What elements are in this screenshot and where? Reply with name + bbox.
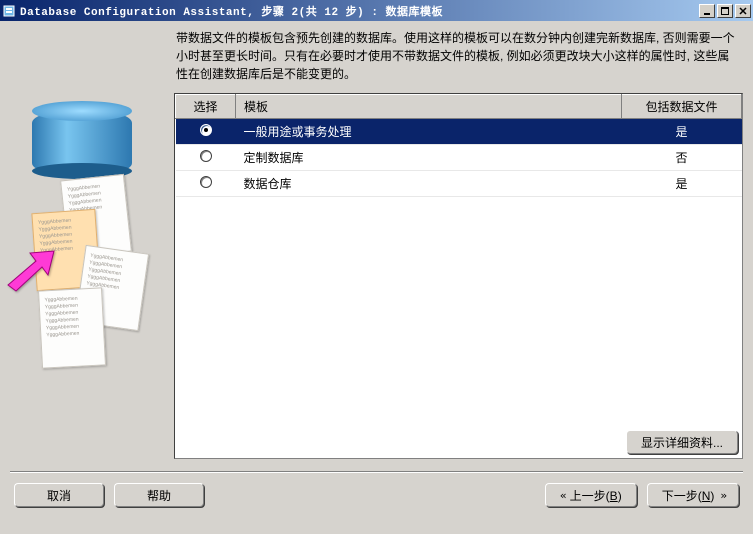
template-table-container: 选择 模板 包括数据文件 一般用途或事务处理 是 定 [174,93,743,459]
minimize-button[interactable] [699,4,715,18]
help-button[interactable]: 帮助 [114,483,204,507]
table-row[interactable]: 定制数据库 否 [176,145,742,171]
include-value: 是 [622,171,742,197]
next-button[interactable]: 下一步(N) » [647,483,739,507]
column-header-select[interactable]: 选择 [176,95,236,119]
content-area: YgggAbbemen YgggAbbemen YgggAbbemen Yggg… [0,21,753,534]
description-text: 带数据文件的模板包含预先创建的数据库。使用这样的模板可以在数分钟内创建完新数据库… [174,29,743,93]
app-icon [2,4,16,18]
column-header-include[interactable]: 包括数据文件 [622,95,742,119]
template-name: 数据仓库 [236,171,622,197]
radio-selected[interactable] [200,124,212,136]
window-controls [699,4,751,18]
footer-buttons: 取消 帮助 « 上一步(B) 下一步(N) » [10,473,743,507]
chevron-left-icon: « [560,489,564,502]
maximize-button[interactable] [717,4,733,18]
chevron-right-icon: » [720,489,724,502]
close-button[interactable] [735,4,751,18]
cancel-button[interactable]: 取消 [14,483,104,507]
radio[interactable] [200,176,212,188]
wizard-illustration: YgggAbbemen YgggAbbemen YgggAbbemen Yggg… [10,29,160,459]
template-name: 一般用途或事务处理 [236,119,622,145]
column-header-template[interactable]: 模板 [236,95,622,119]
template-table: 选择 模板 包括数据文件 一般用途或事务处理 是 定 [175,94,742,197]
table-row[interactable]: 一般用途或事务处理 是 [176,119,742,145]
database-icon [32,109,132,177]
back-button[interactable]: « 上一步(B) [545,483,637,507]
template-name: 定制数据库 [236,145,622,171]
table-row[interactable]: 数据仓库 是 [176,171,742,197]
radio[interactable] [200,150,212,162]
include-value: 是 [622,119,742,145]
show-details-button[interactable]: 显示详细资料... [626,430,738,454]
titlebar: Database Configuration Assistant, 步骤 2(共… [0,0,753,21]
window-title: Database Configuration Assistant, 步骤 2(共… [20,3,699,19]
include-value: 否 [622,145,742,171]
template-page-icon: YgggAbbemen YgggAbbemen YgggAbbemen Yggg… [38,287,106,368]
